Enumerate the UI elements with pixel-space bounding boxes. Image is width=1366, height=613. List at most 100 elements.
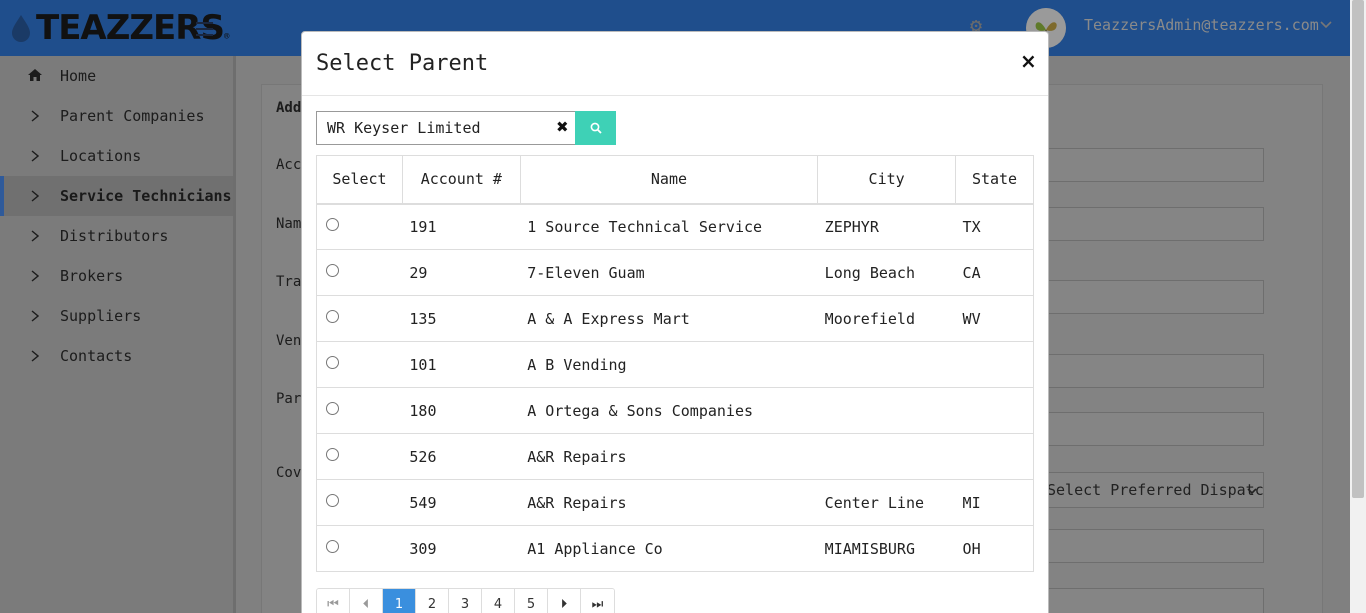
next-page-icon[interactable]: ⏵ <box>548 589 581 613</box>
table-row[interactable]: 135 A & A Express Mart Moorefield WV <box>316 295 1034 342</box>
name-cell: A B Vending <box>520 341 818 388</box>
column-header-state[interactable]: State <box>955 155 1034 205</box>
chevron-right-icon <box>31 150 39 162</box>
form-label: Acc <box>276 157 302 173</box>
page-button-3[interactable]: 3 <box>449 589 482 613</box>
chevron-right-icon <box>31 230 39 242</box>
user-email[interactable]: TeazzersAdmin@teazzers.com <box>1084 16 1319 34</box>
sidebar: Home Parent Companies Locations Service … <box>0 56 236 613</box>
account-cell: 526 <box>402 433 521 480</box>
table-row[interactable]: 101 A B Vending <box>316 341 1034 388</box>
form-label: Ven <box>276 333 302 349</box>
page-button-1[interactable]: 1 <box>383 589 416 613</box>
account-cell: 191 <box>402 203 521 250</box>
account-cell: 135 <box>402 295 521 342</box>
page-scrollbar[interactable] <box>1350 0 1366 613</box>
table-row[interactable]: 180 A Ortega & Sons Companies <box>316 387 1034 434</box>
sidebar-item-service-technicians[interactable]: Service Technicians <box>0 176 233 216</box>
last-page-icon[interactable]: ⏭ <box>581 589 614 613</box>
table-row[interactable]: 309 A1 Appliance Co MIAMISBURG OH <box>316 525 1034 572</box>
name-cell: A&R Repairs <box>520 479 818 526</box>
state-cell: WV <box>955 295 1034 342</box>
modal-title: Select Parent <box>316 51 489 76</box>
form-input[interactable] <box>1048 280 1264 314</box>
select-radio[interactable] <box>326 309 339 323</box>
clear-search-icon[interactable]: ✖ <box>556 120 570 135</box>
form-input[interactable] <box>1048 207 1264 241</box>
table-row[interactable]: 526 A&R Repairs <box>316 433 1034 480</box>
search-icon <box>590 122 602 134</box>
state-cell <box>955 387 1034 434</box>
sidebar-item-home[interactable]: Home <box>0 56 233 96</box>
city-cell: Center Line <box>817 479 956 526</box>
sidebar-item-label: Parent Companies <box>60 107 205 125</box>
select-radio[interactable] <box>326 355 339 369</box>
table-row[interactable]: 191 1 Source Technical Service ZEPHYR TX <box>316 203 1034 250</box>
close-icon[interactable]: × <box>1020 51 1037 71</box>
sidebar-item-label: Distributors <box>60 227 169 245</box>
form-section-title: Add <box>276 100 302 116</box>
sidebar-item-label: Locations <box>60 147 142 165</box>
sidebar-item-locations[interactable]: Locations <box>0 136 233 176</box>
sidebar-item-contacts[interactable]: Contacts <box>0 336 233 376</box>
column-header-name[interactable]: Name <box>519 155 819 205</box>
page-button-2[interactable]: 2 <box>416 589 449 613</box>
account-cell: 101 <box>402 341 521 388</box>
sidebar-item-label: Brokers <box>60 267 124 285</box>
select-radio[interactable] <box>326 447 339 461</box>
select-radio[interactable] <box>326 401 339 415</box>
search-bar: ✖ <box>316 111 616 145</box>
select-radio[interactable] <box>326 217 339 231</box>
sidebar-item-suppliers[interactable]: Suppliers <box>0 296 233 336</box>
name-cell: 1 Source Technical Service <box>520 203 818 250</box>
table-row[interactable]: 29 7-Eleven Guam Long Beach CA <box>316 249 1034 296</box>
name-cell: A Ortega & Sons Companies <box>520 387 818 434</box>
preferred-dispatcher-select[interactable]: Select Preferred Dispatcher <box>1040 472 1264 508</box>
form-input[interactable] <box>1048 354 1264 388</box>
city-cell <box>817 433 956 480</box>
form-label: Par <box>276 391 302 407</box>
trademark: ® <box>223 32 230 42</box>
form-label: Nam <box>276 216 302 232</box>
column-header-select: Select <box>316 155 403 205</box>
first-page-icon[interactable]: ⏮ <box>317 589 350 613</box>
account-cell: 29 <box>402 249 521 296</box>
sidebar-item-distributors[interactable]: Distributors <box>0 216 233 256</box>
column-header-city[interactable]: City <box>817 155 957 205</box>
scrollbar-thumb[interactable] <box>1352 0 1364 498</box>
state-cell <box>955 341 1034 388</box>
form-input[interactable] <box>1048 412 1264 446</box>
select-value: Select Preferred Dispatcher <box>1047 481 1264 499</box>
chevron-down-icon[interactable] <box>1320 18 1332 30</box>
name-cell: A1 Appliance Co <box>520 525 818 572</box>
table-row[interactable]: 549 A&R Repairs Center Line MI <box>316 479 1034 526</box>
page-button-5[interactable]: 5 <box>515 589 548 613</box>
select-radio[interactable] <box>326 263 339 277</box>
table-header-row: Select Account # Name City State <box>316 155 1034 205</box>
page-button-4[interactable]: 4 <box>482 589 515 613</box>
state-cell <box>955 433 1034 480</box>
sidebar-item-label: Home <box>60 67 97 85</box>
sidebar-item-label: Service Technicians <box>60 187 232 205</box>
sidebar-item-brokers[interactable]: Brokers <box>0 256 233 296</box>
chevron-down-icon <box>1247 488 1257 495</box>
name-cell: A&R Repairs <box>520 433 818 480</box>
select-parent-modal: Select Parent × ✖ Select Account # Name … <box>301 31 1049 613</box>
column-header-account[interactable]: Account # <box>401 155 521 205</box>
select-radio[interactable] <box>326 493 339 507</box>
chevron-right-icon <box>31 350 39 362</box>
sidebar-item-parent-companies[interactable]: Parent Companies <box>0 96 233 136</box>
previous-page-icon[interactable]: ⏴ <box>350 589 383 613</box>
search-input[interactable] <box>316 111 576 145</box>
state-cell: CA <box>955 249 1034 296</box>
form-label: Tra <box>276 274 302 290</box>
city-cell: ZEPHYR <box>817 203 956 250</box>
select-radio[interactable] <box>326 539 339 553</box>
hamburger-icon[interactable] <box>196 22 213 36</box>
search-button[interactable] <box>575 111 616 145</box>
form-input[interactable] <box>1048 588 1264 613</box>
form-input[interactable] <box>1048 529 1264 563</box>
state-cell: OH <box>955 525 1034 572</box>
form-input[interactable] <box>1048 148 1264 182</box>
account-cell: 549 <box>402 479 521 526</box>
